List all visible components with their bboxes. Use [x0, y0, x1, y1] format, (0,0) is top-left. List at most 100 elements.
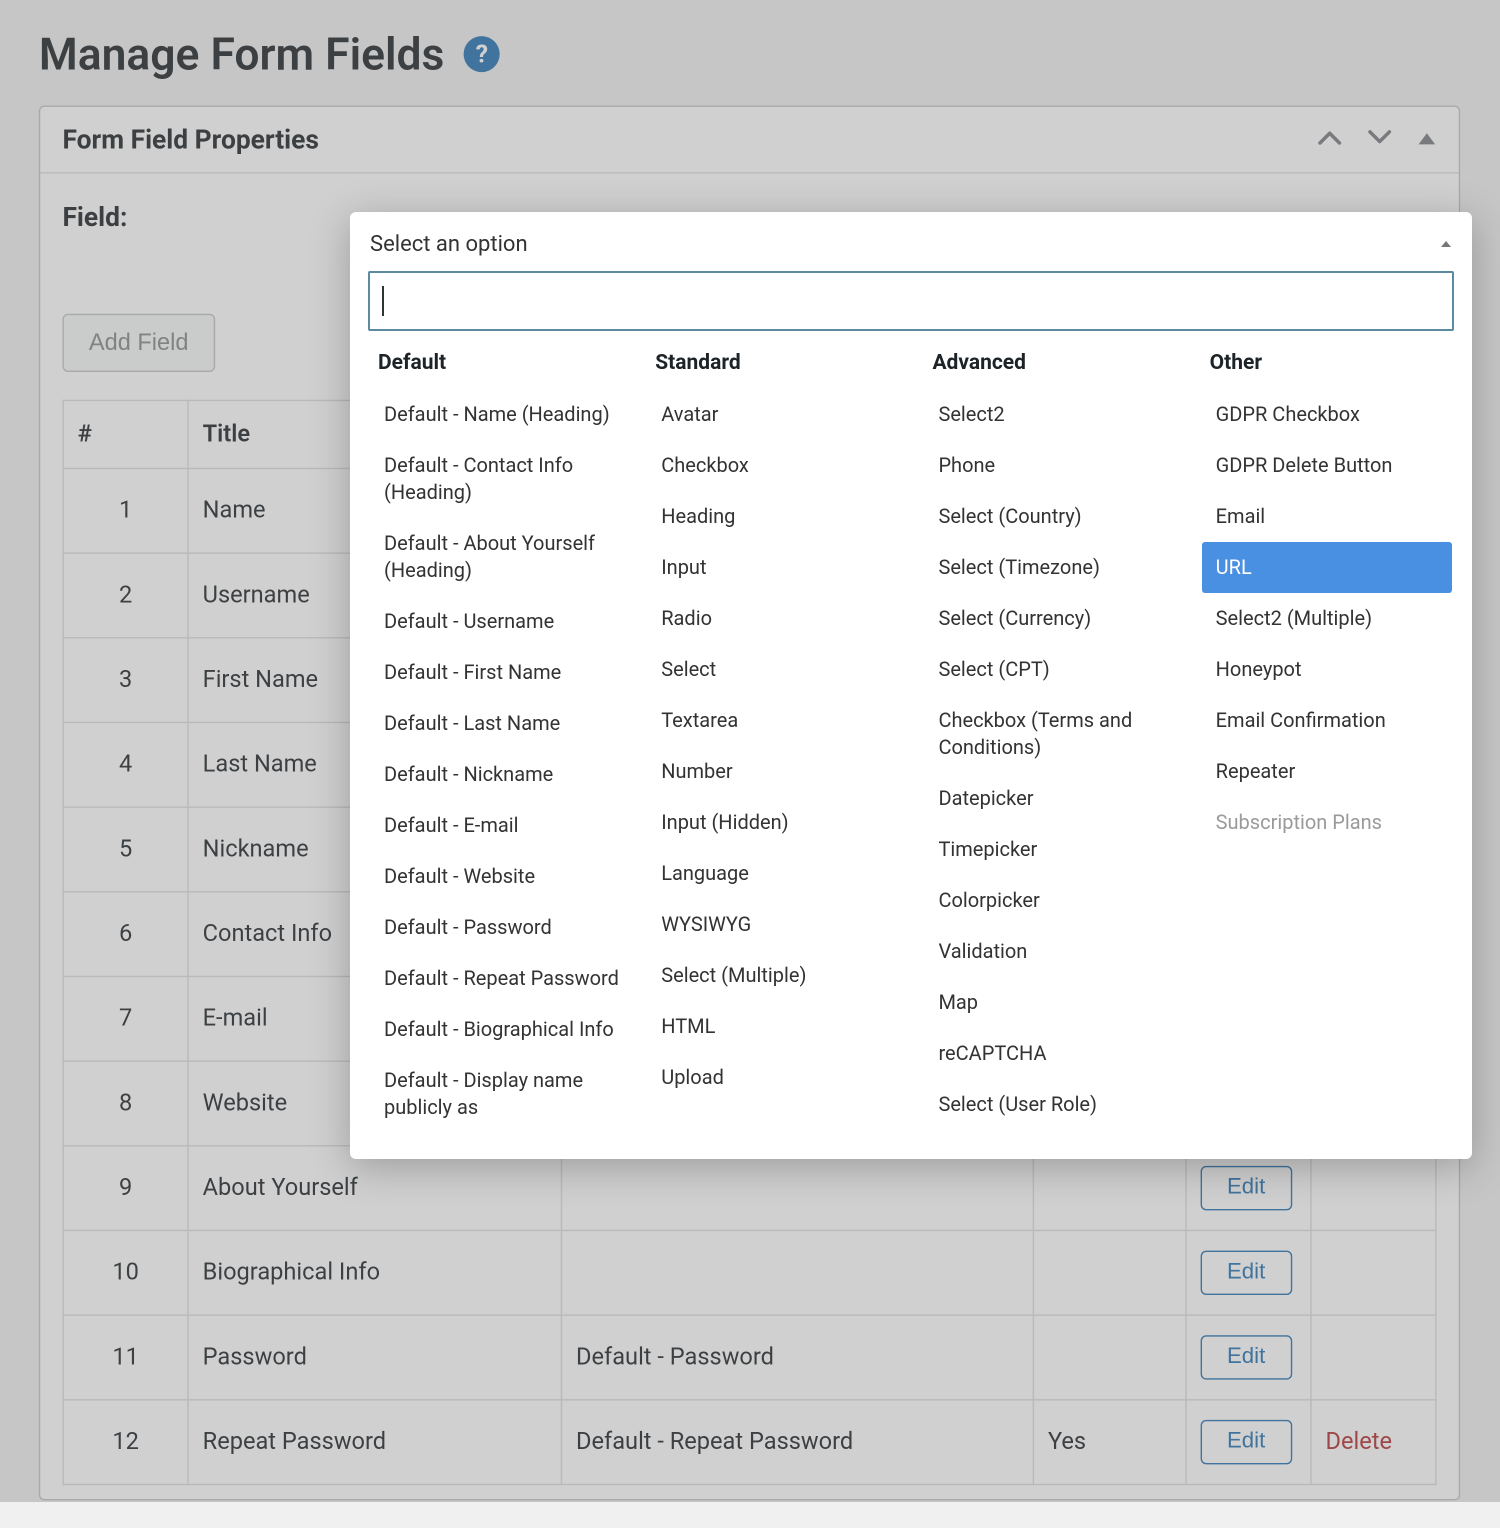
field-label: Field:: [62, 201, 340, 233]
dropdown-option[interactable]: URL: [1202, 542, 1452, 593]
edit-button[interactable]: Edit: [1201, 1335, 1292, 1379]
dropdown-group: AdvancedSelect2PhoneSelect (Country)Sele…: [924, 347, 1193, 1133]
row-num: 8: [63, 1061, 188, 1146]
dropdown-option[interactable]: Phone: [924, 440, 1193, 491]
row-num: 10: [63, 1230, 188, 1315]
dropdown-option[interactable]: Default - Biographical Info: [370, 1004, 639, 1055]
dropdown-option[interactable]: Default - Name (Heading): [370, 389, 639, 440]
dropdown-option[interactable]: Email Confirmation: [1202, 695, 1452, 746]
panel-header-controls: [1317, 125, 1436, 154]
row-delete-cell: [1311, 1315, 1436, 1400]
panel-down-icon[interactable]: [1367, 125, 1392, 154]
dropdown-option[interactable]: Language: [647, 848, 916, 899]
dropdown-option[interactable]: Default - Nickname: [370, 749, 639, 800]
dropdown-option[interactable]: Radio: [647, 593, 916, 644]
row-edit-cell: Edit: [1186, 1315, 1311, 1400]
row-num: 2: [63, 553, 188, 638]
page-title: Manage Form Fields ?: [39, 28, 1460, 81]
dropdown-group-title: Standard: [647, 347, 916, 389]
dropdown-option[interactable]: Map: [924, 977, 1193, 1028]
dropdown-option[interactable]: Select (Timezone): [924, 542, 1193, 593]
dropdown-search-input[interactable]: [368, 271, 1454, 331]
dropdown-placeholder[interactable]: Select an option: [370, 232, 528, 257]
row-delete-cell: [1311, 1230, 1436, 1315]
dropdown-option[interactable]: Default - First Name: [370, 647, 639, 698]
row-type: Default - Repeat Password: [561, 1400, 1033, 1485]
panel-up-icon[interactable]: [1317, 125, 1342, 154]
dropdown-option: Subscription Plans: [1202, 797, 1452, 848]
dropdown-option[interactable]: Checkbox: [647, 440, 916, 491]
dropdown-group: OtherGDPR CheckboxGDPR Delete ButtonEmai…: [1202, 347, 1452, 1133]
row-num: 12: [63, 1400, 188, 1485]
dropdown-option[interactable]: Default - Last Name: [370, 698, 639, 749]
row-delete-cell: Delete: [1311, 1400, 1436, 1485]
row-num: 1: [63, 468, 188, 553]
dropdown-option[interactable]: HTML: [647, 1001, 916, 1052]
dropdown-option[interactable]: WYSIWYG: [647, 899, 916, 950]
row-type: [561, 1230, 1033, 1315]
dropdown-option[interactable]: Default - Contact Info (Heading): [370, 440, 639, 518]
panel-collapse-icon[interactable]: [1417, 125, 1436, 154]
dropdown-option[interactable]: Default - Repeat Password: [370, 953, 639, 1004]
dropdown-option[interactable]: Select (CPT): [924, 644, 1193, 695]
dropdown-option[interactable]: Select (User Role): [924, 1079, 1193, 1130]
row-num: 7: [63, 976, 188, 1061]
dropdown-option[interactable]: Default - Display name publicly as: [370, 1055, 639, 1133]
dropdown-option[interactable]: Input: [647, 542, 916, 593]
dropdown-option[interactable]: Heading: [647, 491, 916, 542]
dropdown-option[interactable]: GDPR Checkbox: [1202, 389, 1452, 440]
edit-button[interactable]: Edit: [1201, 1166, 1292, 1210]
field-type-dropdown: Select an option DefaultDefault - Name (…: [350, 212, 1472, 1159]
dropdown-group-title: Default: [370, 347, 639, 389]
dropdown-option[interactable]: Select (Country): [924, 491, 1193, 542]
row-num: 3: [63, 638, 188, 723]
add-field-button[interactable]: Add Field: [62, 314, 214, 372]
dropdown-option[interactable]: Select2 (Multiple): [1202, 593, 1452, 644]
dropdown-option[interactable]: Email: [1202, 491, 1452, 542]
dropdown-option[interactable]: Checkbox (Terms and Conditions): [924, 695, 1193, 773]
dropdown-option[interactable]: Input (Hidden): [647, 797, 916, 848]
dropdown-group: DefaultDefault - Name (Heading)Default -…: [370, 347, 639, 1133]
row-required: [1033, 1230, 1186, 1315]
dropdown-group-title: Advanced: [924, 347, 1193, 389]
row-num: 9: [63, 1146, 188, 1231]
row-num: 6: [63, 892, 188, 977]
table-row: 12Repeat PasswordDefault - Repeat Passwo…: [63, 1400, 1436, 1485]
row-type: Default - Password: [561, 1315, 1033, 1400]
dropdown-option[interactable]: GDPR Delete Button: [1202, 440, 1452, 491]
dropdown-group: StandardAvatarCheckboxHeadingInputRadioS…: [647, 347, 916, 1133]
dropdown-option[interactable]: Timepicker: [924, 824, 1193, 875]
dropdown-option[interactable]: Honeypot: [1202, 644, 1452, 695]
dropdown-option[interactable]: Colorpicker: [924, 875, 1193, 926]
dropdown-option[interactable]: Number: [647, 746, 916, 797]
dropdown-option[interactable]: Upload: [647, 1052, 916, 1103]
dropdown-option[interactable]: Validation: [924, 926, 1193, 977]
dropdown-option[interactable]: Default - Username: [370, 596, 639, 647]
dropdown-group-title: Other: [1202, 347, 1452, 389]
table-row: 10Biographical Info Edit: [63, 1230, 1436, 1315]
row-edit-cell: Edit: [1186, 1230, 1311, 1315]
row-title: Biographical Info: [188, 1230, 561, 1315]
dropdown-option[interactable]: Select2: [924, 389, 1193, 440]
dropdown-close-icon[interactable]: [1440, 237, 1452, 253]
dropdown-option[interactable]: Repeater: [1202, 746, 1452, 797]
dropdown-option[interactable]: Textarea: [647, 695, 916, 746]
edit-button[interactable]: Edit: [1201, 1420, 1292, 1464]
page-title-text: Manage Form Fields: [39, 28, 445, 81]
dropdown-option[interactable]: reCAPTCHA: [924, 1028, 1193, 1079]
row-title: Password: [188, 1315, 561, 1400]
delete-link[interactable]: Delete: [1326, 1428, 1392, 1456]
help-icon[interactable]: ?: [464, 36, 500, 72]
dropdown-option[interactable]: Avatar: [647, 389, 916, 440]
dropdown-option[interactable]: Default - About Yourself (Heading): [370, 518, 639, 596]
dropdown-option[interactable]: Select (Currency): [924, 593, 1193, 644]
panel-title: Form Field Properties: [62, 124, 318, 156]
edit-button[interactable]: Edit: [1201, 1251, 1292, 1295]
dropdown-option[interactable]: Default - Website: [370, 851, 639, 902]
dropdown-option[interactable]: Select: [647, 644, 916, 695]
dropdown-option[interactable]: Default - E-mail: [370, 800, 639, 851]
dropdown-option[interactable]: Select (Multiple): [647, 950, 916, 1001]
dropdown-option[interactable]: Datepicker: [924, 773, 1193, 824]
dropdown-option[interactable]: Default - Password: [370, 902, 639, 953]
row-num: 4: [63, 722, 188, 807]
